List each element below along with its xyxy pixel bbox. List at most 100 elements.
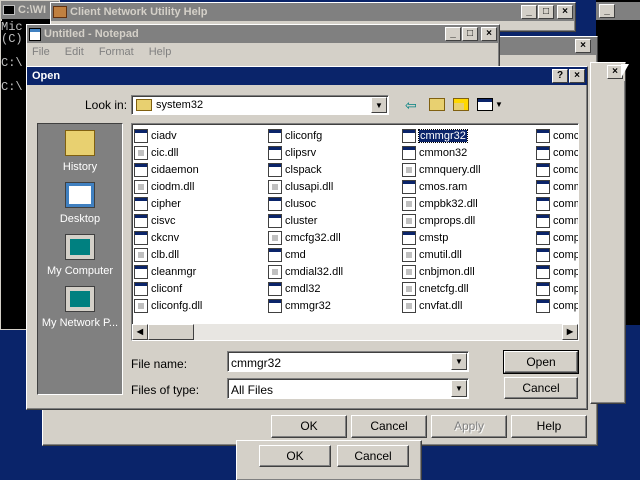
file-icon xyxy=(268,264,282,279)
notepad-window[interactable]: Untitled - Notepad _ □ × File Edit Forma… xyxy=(26,24,500,72)
properties-help-button[interactable]: Help xyxy=(511,415,587,438)
file-name: cmdial32.dll xyxy=(285,265,344,278)
places-desktop[interactable]: Desktop xyxy=(38,182,122,225)
file-item[interactable]: cmdial32.dll xyxy=(268,263,343,280)
view-menu-icon[interactable] xyxy=(477,98,493,111)
files-of-type-dropdown-arrow[interactable]: ▼ xyxy=(451,380,467,397)
places-my-computer[interactable]: My Computer xyxy=(38,234,122,277)
file-item[interactable]: cmutil.dll xyxy=(402,246,462,263)
scroll-thumb[interactable] xyxy=(148,324,194,340)
file-name: comps xyxy=(553,299,578,312)
file-item[interactable]: clusapi.dll xyxy=(268,178,333,195)
file-item[interactable]: cnetcfg.dll xyxy=(402,280,469,297)
file-item[interactable]: cliconfg xyxy=(268,127,322,144)
places-history[interactable]: History xyxy=(38,130,122,173)
menu-edit[interactable]: Edit xyxy=(65,46,84,58)
file-item[interactable]: compe xyxy=(536,280,578,297)
file-item[interactable]: cipher xyxy=(134,195,181,212)
file-item[interactable]: clb.dll xyxy=(134,246,179,263)
file-item[interactable]: cmd xyxy=(268,246,306,263)
places-network-label: My Network P... xyxy=(41,317,119,329)
properties-ok-button[interactable]: OK xyxy=(271,415,347,438)
file-item[interactable]: comm xyxy=(536,178,578,195)
secondary-cancel-button[interactable]: Cancel xyxy=(337,445,409,467)
file-item[interactable]: cmos.ram xyxy=(402,178,467,195)
notepad-maximize-button[interactable]: □ xyxy=(462,27,478,41)
file-item[interactable]: clspack xyxy=(268,161,322,178)
open-button[interactable]: Open xyxy=(503,350,579,374)
up-folder-icon[interactable] xyxy=(429,98,445,111)
file-item[interactable]: ckcnv xyxy=(134,229,179,246)
file-name-dropdown-arrow[interactable]: ▼ xyxy=(451,353,467,370)
back-icon[interactable]: ⇦ xyxy=(405,97,417,114)
file-item[interactable]: comca xyxy=(536,127,578,144)
file-item[interactable]: comm xyxy=(536,212,578,229)
properties-close-button[interactable]: × xyxy=(575,39,591,53)
file-item[interactable]: ciadv xyxy=(134,127,177,144)
right-window-minimize-button[interactable]: _ xyxy=(599,4,615,18)
file-item[interactable]: clipsrv xyxy=(268,144,316,161)
file-item[interactable]: cmpbk32.dll xyxy=(402,195,478,212)
file-item[interactable]: cmmgr32 xyxy=(268,297,331,314)
look-in-dropdown-arrow[interactable]: ▼ xyxy=(371,97,387,113)
notepad-minimize-button[interactable]: _ xyxy=(445,27,461,41)
secondary-dialog[interactable]: OK Cancel xyxy=(236,440,422,480)
open-titlebar[interactable]: Open ? × xyxy=(27,67,587,85)
file-item[interactable]: cleanmgr xyxy=(134,263,196,280)
file-list[interactable]: ciadv cic.dll cidaemon ciodm.dll cipher cisvc… xyxy=(131,123,579,341)
file-item[interactable]: cisvc xyxy=(134,212,175,229)
file-name: compr xyxy=(553,265,578,278)
file-item[interactable]: comdl xyxy=(536,161,578,178)
file-item[interactable]: ciodm.dll xyxy=(134,178,194,195)
maximize-button[interactable]: □ xyxy=(538,5,554,19)
right-dialog[interactable]: × xyxy=(590,62,626,404)
file-item[interactable]: cnbjmon.dll xyxy=(402,263,475,280)
file-item[interactable]: cluster xyxy=(268,212,317,229)
horizontal-scrollbar[interactable]: ◀ ▶ xyxy=(132,324,578,340)
menu-format[interactable]: Format xyxy=(99,46,134,58)
right-dialog-titlebar[interactable]: × xyxy=(591,63,625,81)
file-item[interactable]: cmdl32 xyxy=(268,280,320,297)
file-item[interactable]: cic.dll xyxy=(134,144,179,161)
right-window-titlebar[interactable]: _ xyxy=(596,2,640,20)
minimize-button[interactable]: _ xyxy=(521,5,537,19)
files-of-type-select[interactable]: All Files ▼ xyxy=(227,378,469,399)
file-item[interactable]: clusoc xyxy=(268,195,316,212)
open-dialog[interactable]: Open ? × Look in: system32 ▼ ⇦ ▼ History… xyxy=(26,66,588,410)
file-item[interactable]: cidaemon xyxy=(134,161,199,178)
file-item[interactable]: cmnquery.dll xyxy=(402,161,481,178)
file-name-input[interactable]: cmmgr32 ▼ xyxy=(227,351,469,372)
file-item[interactable]: comps xyxy=(536,297,578,314)
look-in-combo[interactable]: system32 ▼ xyxy=(131,95,389,115)
file-item[interactable]: cnvfat.dll xyxy=(402,297,462,314)
view-menu-arrow[interactable]: ▼ xyxy=(495,100,503,109)
help-button[interactable]: ? xyxy=(552,69,568,83)
close-button[interactable]: × xyxy=(557,5,573,19)
menu-help[interactable]: Help xyxy=(149,46,172,58)
file-item[interactable]: cmprops.dll xyxy=(402,212,475,229)
file-item[interactable]: cmmgr32 xyxy=(402,127,468,144)
file-item[interactable]: comp xyxy=(536,229,578,246)
cancel-button[interactable]: Cancel xyxy=(504,377,578,399)
places-network[interactable]: My Network P... xyxy=(38,286,122,329)
properties-cancel-button[interactable]: Cancel xyxy=(351,415,427,438)
file-item[interactable]: cmstp xyxy=(402,229,448,246)
secondary-ok-button[interactable]: OK xyxy=(259,445,331,467)
scroll-right-arrow[interactable]: ▶ xyxy=(562,324,578,340)
menu-file[interactable]: File xyxy=(32,46,50,58)
file-item[interactable]: cmcfg32.dll xyxy=(268,229,341,246)
file-item[interactable]: comp xyxy=(536,246,578,263)
new-folder-icon[interactable] xyxy=(453,98,469,111)
notepad-titlebar[interactable]: Untitled - Notepad _ □ × xyxy=(27,25,499,43)
file-name: clspack xyxy=(285,163,322,176)
notepad-close-button[interactable]: × xyxy=(481,27,497,41)
file-item[interactable]: cmmon32 xyxy=(402,144,467,161)
file-item[interactable]: cliconfg.dll xyxy=(134,297,202,314)
file-item[interactable]: comm xyxy=(536,195,578,212)
scroll-left-arrow[interactable]: ◀ xyxy=(132,324,148,340)
file-item[interactable]: cliconf xyxy=(134,280,182,297)
file-item[interactable]: comct xyxy=(536,144,578,161)
file-item[interactable]: compr xyxy=(536,263,578,280)
open-close-button[interactable]: × xyxy=(569,69,585,83)
network-help-titlebar[interactable]: Client Network Utility Help _ □ × xyxy=(51,3,575,21)
